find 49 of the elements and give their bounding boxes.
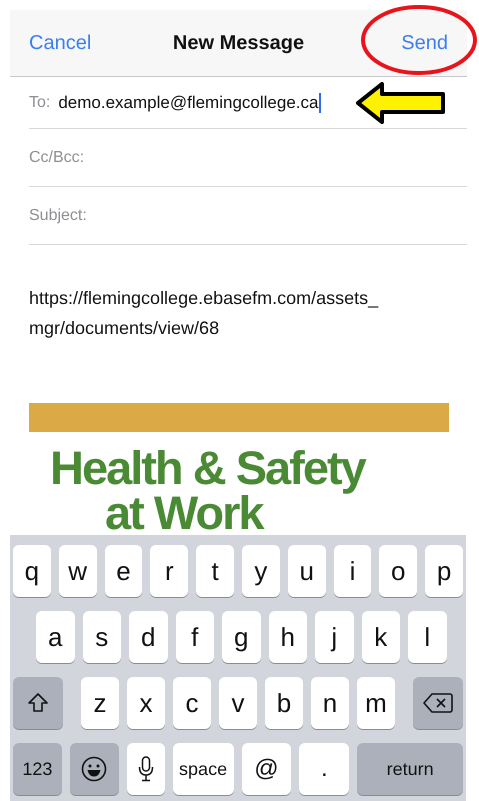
key[interactable]: x [127,677,165,729]
space-key[interactable]: space [172,743,234,795]
key[interactable]: o [379,545,418,597]
key[interactable]: s [82,611,121,663]
key[interactable]: p [425,545,463,597]
smiley-icon [81,756,108,782]
dictation-key[interactable] [126,743,165,795]
key[interactable]: e [104,545,142,597]
document-heading: Health & Safety [50,444,365,492]
cancel-button[interactable]: Cancel [29,32,92,54]
delete-key[interactable] [413,677,463,729]
key[interactable]: i [334,545,372,597]
key[interactable]: z [81,677,119,729]
backspace-icon [423,692,453,714]
message-body[interactable]: https://flemingcollege.ebasefm.com/assets_ mgr/documents/view/68 [29,283,459,343]
field-label: To: [29,94,50,112]
key[interactable]: . [299,743,350,795]
numbers-key[interactable]: 123 [13,743,62,795]
field-label: Cc/Bcc: [29,148,84,166]
recipient-field[interactable]: demo.example@flemingcollege.ca [58,92,318,112]
key[interactable]: b [265,677,303,729]
key[interactable]: t [196,545,234,597]
key[interactable]: n [311,677,349,729]
key[interactable]: k [362,611,400,663]
key[interactable]: r [150,545,188,597]
key[interactable]: j [315,611,354,663]
window-title: New Message [172,32,304,54]
shift-key[interactable] [13,677,63,729]
key[interactable]: f [176,611,214,663]
field-label: Subject: [29,206,87,224]
key[interactable]: a [36,611,74,663]
return-key[interactable]: return [357,743,463,795]
key[interactable]: w [58,545,97,597]
key[interactable]: y [242,545,280,597]
key[interactable]: h [268,611,307,663]
microphone-icon [138,756,154,782]
document-heading: at Work [105,489,262,537]
shift-icon [26,691,50,715]
key[interactable]: g [222,611,260,663]
key[interactable]: m [357,677,395,729]
key[interactable]: @ [242,743,292,795]
key[interactable]: c [173,677,211,729]
key[interactable]: v [219,677,257,729]
key[interactable]: l [408,611,446,663]
key[interactable]: u [288,545,326,597]
key[interactable]: d [129,611,168,663]
key[interactable]: q [13,545,51,597]
send-button[interactable]: Send [401,32,448,54]
emoji-key[interactable] [70,743,119,795]
